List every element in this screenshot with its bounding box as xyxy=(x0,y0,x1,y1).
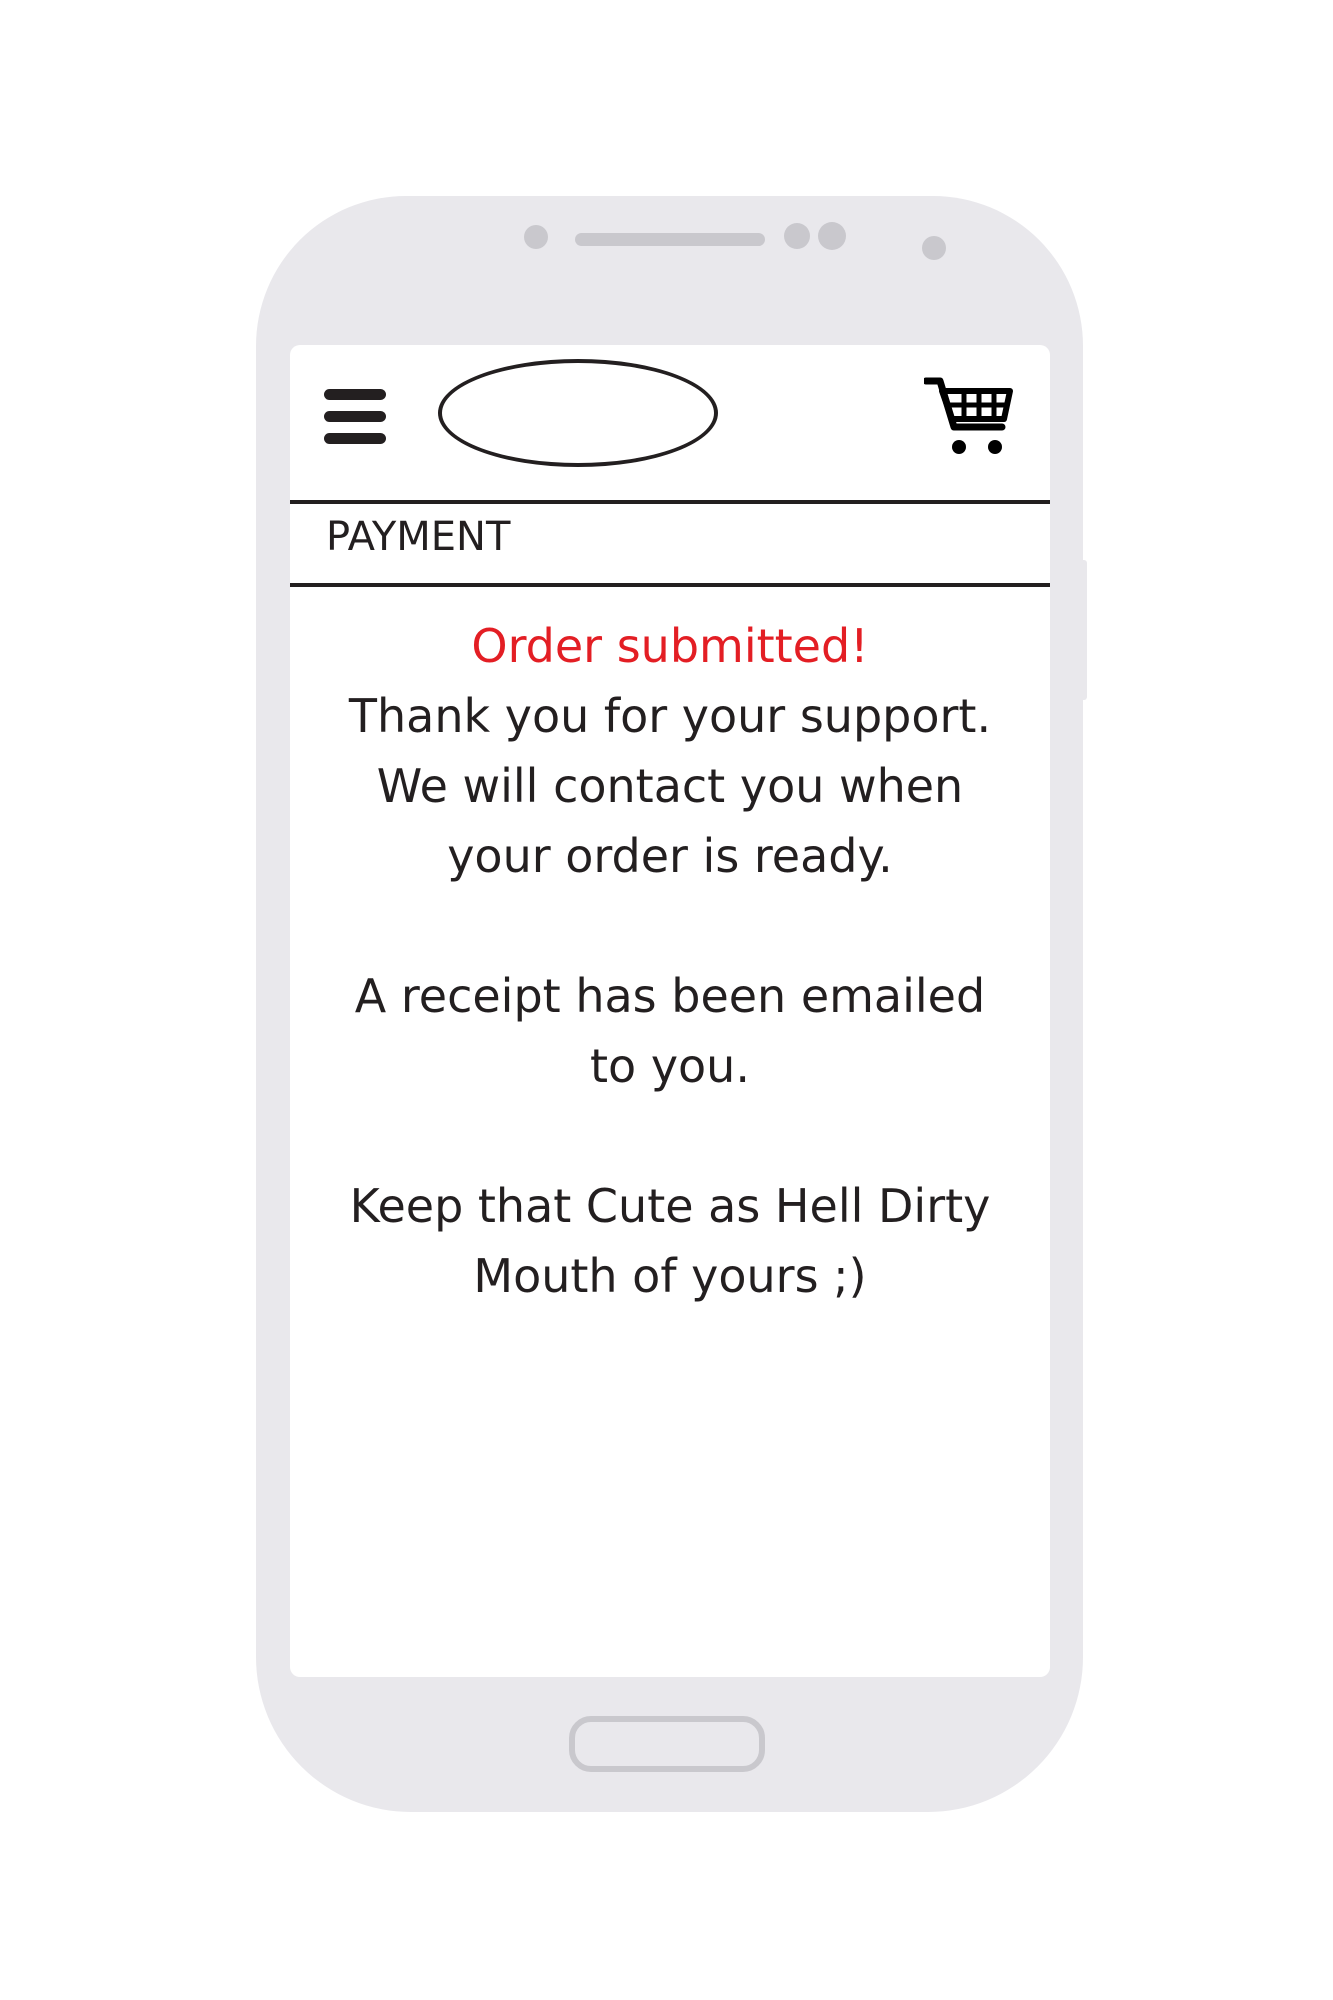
front-camera-dot xyxy=(784,223,810,249)
contact-notice-text: We will contact you when your order is r… xyxy=(376,759,964,883)
logo-placeholder[interactable] xyxy=(438,359,718,467)
signoff-text: Keep that Cute as Hell Dirty Mouth of yo… xyxy=(349,1179,991,1303)
app-screen: PAYMENT Order submitted! Thank you for y… xyxy=(290,345,1050,1677)
section-divider xyxy=(290,583,1050,587)
app-header xyxy=(290,345,1050,500)
earpiece-speaker xyxy=(575,233,765,246)
home-button[interactable] xyxy=(569,1716,765,1772)
receipt-notice-text: A receipt has been emailed to you. xyxy=(354,969,986,1093)
front-sensor-dot xyxy=(524,225,548,249)
shopping-cart-icon[interactable] xyxy=(922,375,1014,459)
front-camera-dot-2 xyxy=(818,222,846,250)
proximity-sensor-dot xyxy=(922,236,946,260)
confirmation-message: Order submitted! Thank you for your supp… xyxy=(290,611,1050,1311)
section-title: PAYMENT xyxy=(326,514,511,560)
phone-side-button xyxy=(1081,560,1087,700)
header-divider xyxy=(290,500,1050,504)
thank-you-text: Thank you for your support. xyxy=(348,689,992,743)
order-status-text: Order submitted! xyxy=(471,619,869,673)
hamburger-menu-icon[interactable] xyxy=(324,389,386,445)
